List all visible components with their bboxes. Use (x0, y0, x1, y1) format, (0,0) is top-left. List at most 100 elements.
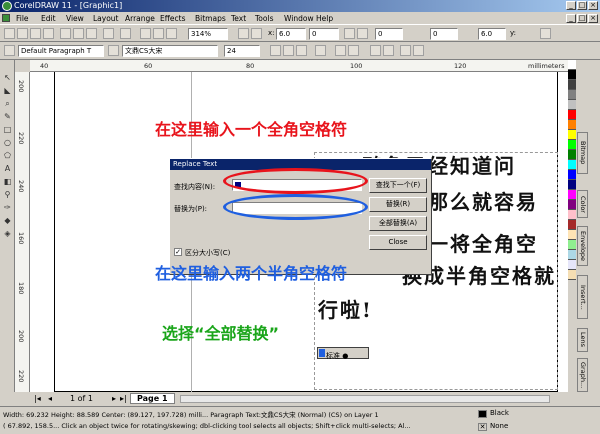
swatch-lavender[interactable] (568, 260, 576, 270)
find-next-button[interactable]: 查找下一个(F) (369, 178, 427, 193)
nudge-input[interactable]: 0 (375, 28, 403, 40)
doc-minimize-button[interactable]: _ (566, 14, 576, 23)
text-tool-icon[interactable]: A (2, 163, 13, 174)
menu-arrange[interactable]: Arrange (125, 14, 155, 23)
swatch-red[interactable] (568, 110, 576, 120)
menu-text[interactable]: Text (231, 14, 246, 23)
dropcap-icon[interactable] (348, 45, 359, 56)
x-position-input[interactable]: 6.0 (276, 28, 306, 40)
docker-tab-insert[interactable]: Insert... (577, 275, 588, 319)
docker-tab-envelope[interactable]: Envelope (577, 226, 588, 266)
font-select[interactable]: 文鼎CS大宋 (122, 45, 218, 57)
copy-icon[interactable] (73, 28, 84, 39)
text-icon[interactable] (238, 28, 249, 39)
swatch-wheat[interactable] (568, 270, 576, 280)
swatch-light-gray[interactable] (568, 100, 576, 110)
scale-input[interactable]: 0 (430, 28, 458, 40)
swatch-cyan[interactable] (568, 160, 576, 170)
doc-restore-button[interactable]: □ (577, 14, 587, 23)
ellipse-tool-icon[interactable]: ○ (2, 137, 13, 148)
paragraph-style-select[interactable]: Default Paragraph T (18, 45, 104, 57)
export-icon[interactable] (153, 28, 164, 39)
menu-layout[interactable]: Layout (93, 14, 119, 23)
last-page-icon[interactable]: ▸| (120, 394, 127, 403)
swatch-gray[interactable] (568, 90, 576, 100)
doc-close-button[interactable]: × (588, 14, 598, 23)
format-text-icon[interactable] (370, 45, 381, 56)
replace-all-button[interactable]: 全部替换(A) (369, 216, 427, 231)
redo-icon[interactable] (120, 28, 131, 39)
print-icon[interactable] (43, 28, 54, 39)
swatch-brown[interactable] (568, 220, 576, 230)
swatch-dark-green[interactable] (568, 150, 576, 160)
menu-tools[interactable]: Tools (255, 14, 273, 23)
swatch-yellow[interactable] (568, 130, 576, 140)
eyedropper-tool-icon[interactable]: ⚲ (2, 189, 13, 200)
next-page-icon[interactable]: ▸ (112, 394, 116, 403)
cut-icon[interactable] (60, 28, 71, 39)
vertical-text-icon[interactable] (413, 45, 424, 56)
docker-tab-lens[interactable]: Lens (577, 328, 588, 352)
menu-edit[interactable]: Edit (41, 14, 56, 23)
pick-tool-icon[interactable]: ↖ (2, 72, 13, 83)
swatch-navy[interactable] (568, 180, 576, 190)
italic-icon[interactable] (283, 45, 294, 56)
swatch-black[interactable] (568, 70, 576, 80)
docker-tab-bitmap[interactable]: Bitmap (577, 132, 588, 174)
zoom-level-input[interactable]: 314% (188, 28, 228, 40)
y-position-input[interactable]: 6.0 (478, 28, 506, 40)
launcher-icon[interactable] (166, 28, 177, 39)
open-icon[interactable] (17, 28, 28, 39)
align-icon[interactable] (315, 45, 326, 56)
tab-page-1[interactable]: Page 1 (130, 393, 175, 404)
prev-page-icon[interactable]: ◂ (48, 394, 52, 403)
mirror-h-icon[interactable] (344, 28, 355, 39)
swatch-pink[interactable] (568, 210, 576, 220)
swatch-dark-gray[interactable] (568, 80, 576, 90)
font-size-select[interactable]: 24 (224, 45, 260, 57)
fill-tool-icon[interactable]: ◆ (2, 215, 13, 226)
font-type-icon[interactable] (108, 45, 119, 56)
swatch-magenta[interactable] (568, 190, 576, 200)
swatch-light-blue[interactable] (568, 250, 576, 260)
paste-icon[interactable] (86, 28, 97, 39)
menu-effects[interactable]: Effects (160, 14, 186, 23)
rectangle-tool-icon[interactable]: □ (2, 124, 13, 135)
menu-window[interactable]: Window (284, 14, 314, 23)
swatch-orange[interactable] (568, 120, 576, 130)
interactive-fill-icon[interactable]: ◈ (2, 228, 13, 239)
close-window-button[interactable]: × (588, 1, 598, 10)
swatch-green[interactable] (568, 140, 576, 150)
horizontal-scrollbar[interactable] (180, 395, 550, 403)
angle-input[interactable]: 0 (309, 28, 339, 40)
menu-bitmaps[interactable]: Bitmaps (195, 14, 226, 23)
underline-icon[interactable] (296, 45, 307, 56)
swatch-light-green[interactable] (568, 240, 576, 250)
shape-tool-icon[interactable]: ◣ (2, 85, 13, 96)
mirror-v-icon[interactable] (357, 28, 368, 39)
coreldraw-app-icon[interactable] (2, 1, 12, 11)
replace-button[interactable]: 替换(R) (369, 197, 427, 212)
ime-toolbar[interactable]: 标准 ● (317, 347, 369, 360)
swatch-white[interactable] (568, 60, 576, 70)
options-icon[interactable] (540, 28, 551, 39)
outline-tool-icon[interactable]: ✑ (2, 202, 13, 213)
minimize-button[interactable]: _ (566, 1, 576, 10)
menu-view[interactable]: View (66, 14, 84, 23)
save-icon[interactable] (30, 28, 41, 39)
docker-tab-color[interactable]: Color (577, 190, 588, 218)
style-icon[interactable] (4, 45, 15, 56)
match-case-checkbox[interactable]: ✓ (174, 248, 182, 256)
swatch-purple[interactable] (568, 200, 576, 210)
horizontal-text-icon[interactable] (400, 45, 411, 56)
menu-help[interactable]: Help (316, 14, 333, 23)
zoom-tool-icon[interactable]: ⌕ (2, 98, 13, 109)
bold-icon[interactable] (270, 45, 281, 56)
bullet-icon[interactable] (335, 45, 346, 56)
pick-icon[interactable] (251, 28, 262, 39)
first-page-icon[interactable]: |◂ (34, 394, 41, 403)
new-icon[interactable] (4, 28, 15, 39)
edit-text-icon[interactable] (383, 45, 394, 56)
undo-icon[interactable] (103, 28, 114, 39)
polygon-tool-icon[interactable]: ⬠ (2, 150, 13, 161)
